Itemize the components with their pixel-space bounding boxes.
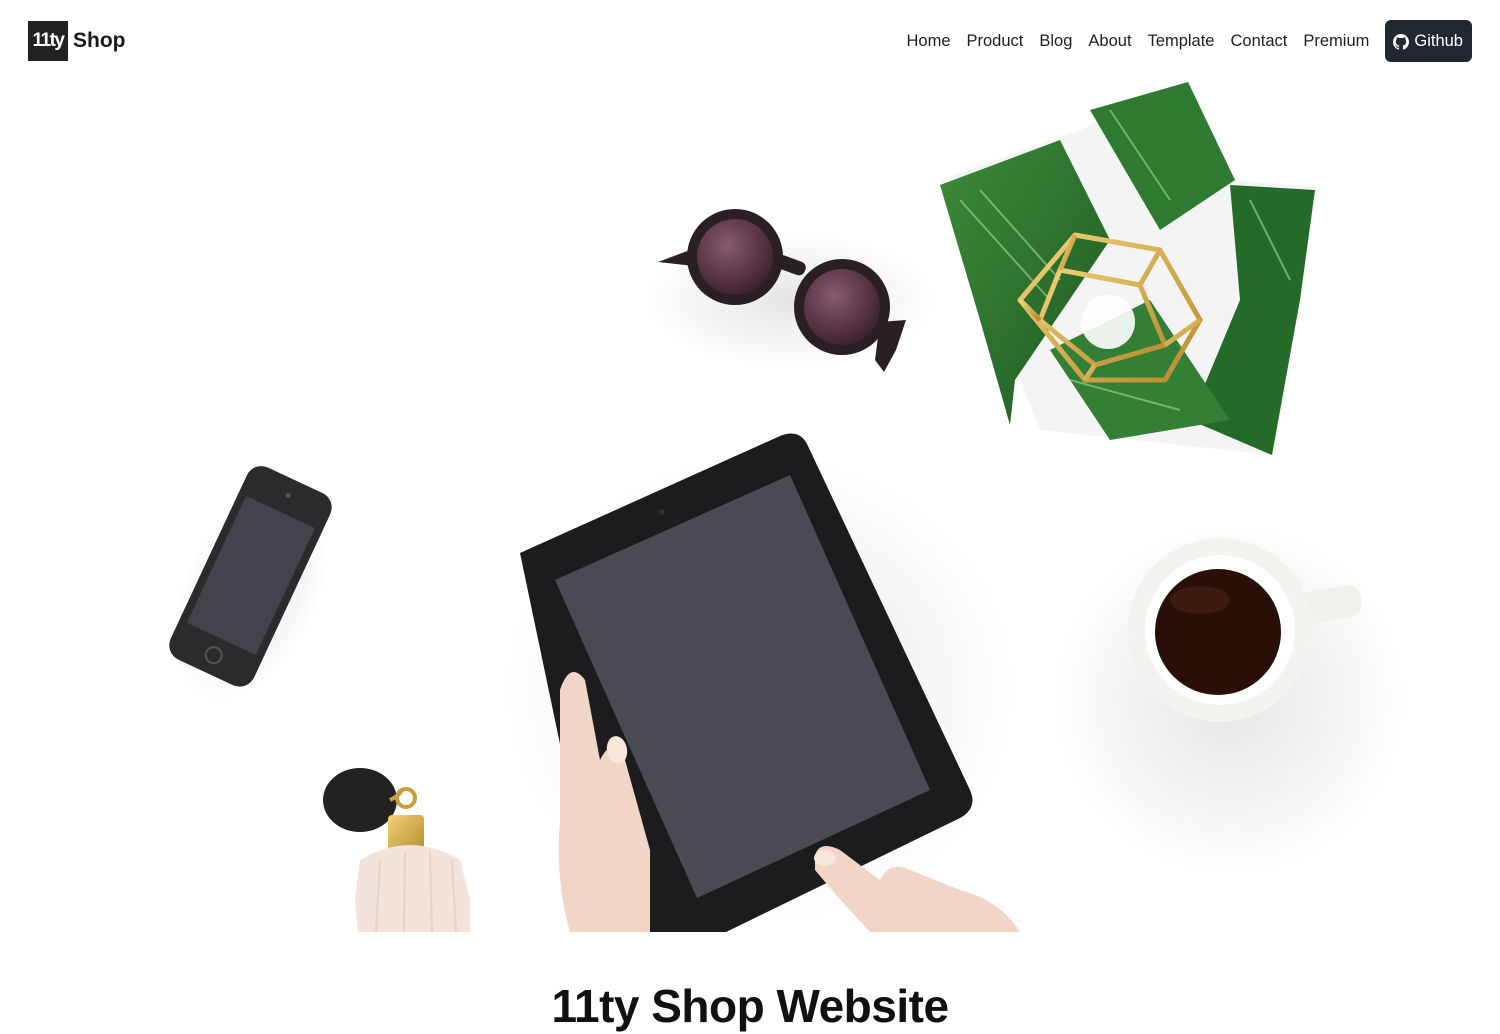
- github-label: Github: [1414, 31, 1463, 50]
- brand-logo-link[interactable]: 11ty Shop: [28, 21, 126, 61]
- github-icon: [1393, 34, 1410, 50]
- logo-icon: 11ty: [28, 21, 68, 61]
- brand-name: Shop: [73, 29, 126, 52]
- nav-home[interactable]: Home: [906, 20, 950, 62]
- main-nav: Home Product Blog About Template Contact…: [906, 20, 1472, 62]
- page-title: 11ty Shop Website: [551, 980, 949, 1032]
- nav-premium[interactable]: Premium: [1303, 20, 1369, 62]
- coffee-cup-illustration: [1050, 520, 1410, 880]
- nav-contact[interactable]: Contact: [1230, 20, 1287, 62]
- site-header: 11ty Shop Home Product Blog About Templa…: [0, 0, 1500, 82]
- perfume-illustration: [323, 768, 470, 932]
- hero-banner: [0, 82, 1500, 932]
- hero-image: [169, 82, 1410, 932]
- nav-template[interactable]: Template: [1148, 20, 1215, 62]
- phone-illustration: [169, 466, 333, 705]
- nav-about[interactable]: About: [1088, 20, 1131, 62]
- sunglasses-illustration: [640, 209, 940, 372]
- nav-product[interactable]: Product: [967, 20, 1024, 62]
- leaf-cards-illustration: [940, 82, 1315, 455]
- nav-blog[interactable]: Blog: [1039, 20, 1072, 62]
- github-button[interactable]: Github: [1385, 20, 1472, 62]
